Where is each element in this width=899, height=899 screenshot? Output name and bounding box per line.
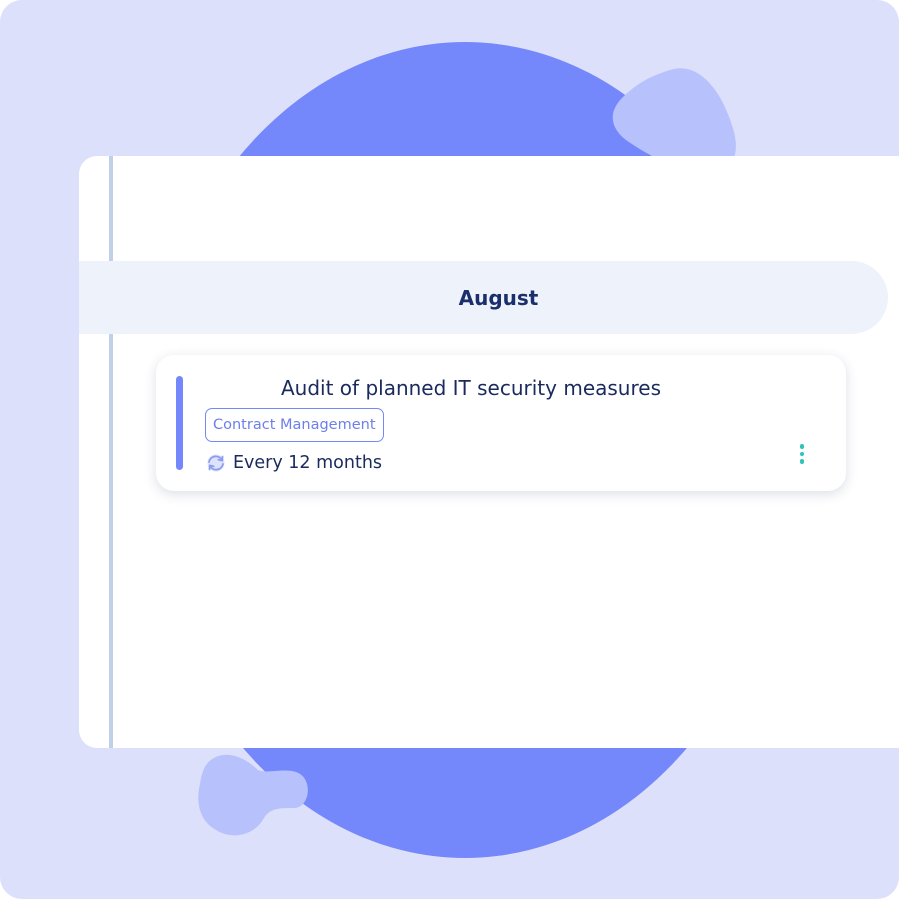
task-card[interactable]: Audit of planned IT security measures Co… bbox=[156, 355, 846, 491]
task-recurrence: Every 12 months bbox=[205, 451, 382, 475]
menu-dot bbox=[799, 459, 805, 464]
recurrence-label: Every 12 months bbox=[233, 453, 383, 473]
task-accent-bar bbox=[176, 376, 183, 470]
timeline-line bbox=[109, 156, 113, 748]
task-title[interactable]: Audit of planned IT security measures bbox=[281, 376, 661, 400]
menu-dot bbox=[799, 444, 805, 449]
more-vertical-icon[interactable] bbox=[790, 441, 814, 467]
decorative-blob-bottom bbox=[198, 754, 308, 836]
task-tag[interactable]: Contract Management bbox=[205, 408, 384, 442]
refresh-cycle-icon bbox=[207, 454, 225, 472]
calendar-panel: August Audit of planned IT security meas… bbox=[79, 156, 899, 748]
illustration-frame: August Audit of planned IT security meas… bbox=[0, 0, 899, 899]
month-header: August bbox=[79, 261, 888, 334]
month-label: August bbox=[458, 285, 539, 310]
menu-dot bbox=[799, 451, 805, 457]
